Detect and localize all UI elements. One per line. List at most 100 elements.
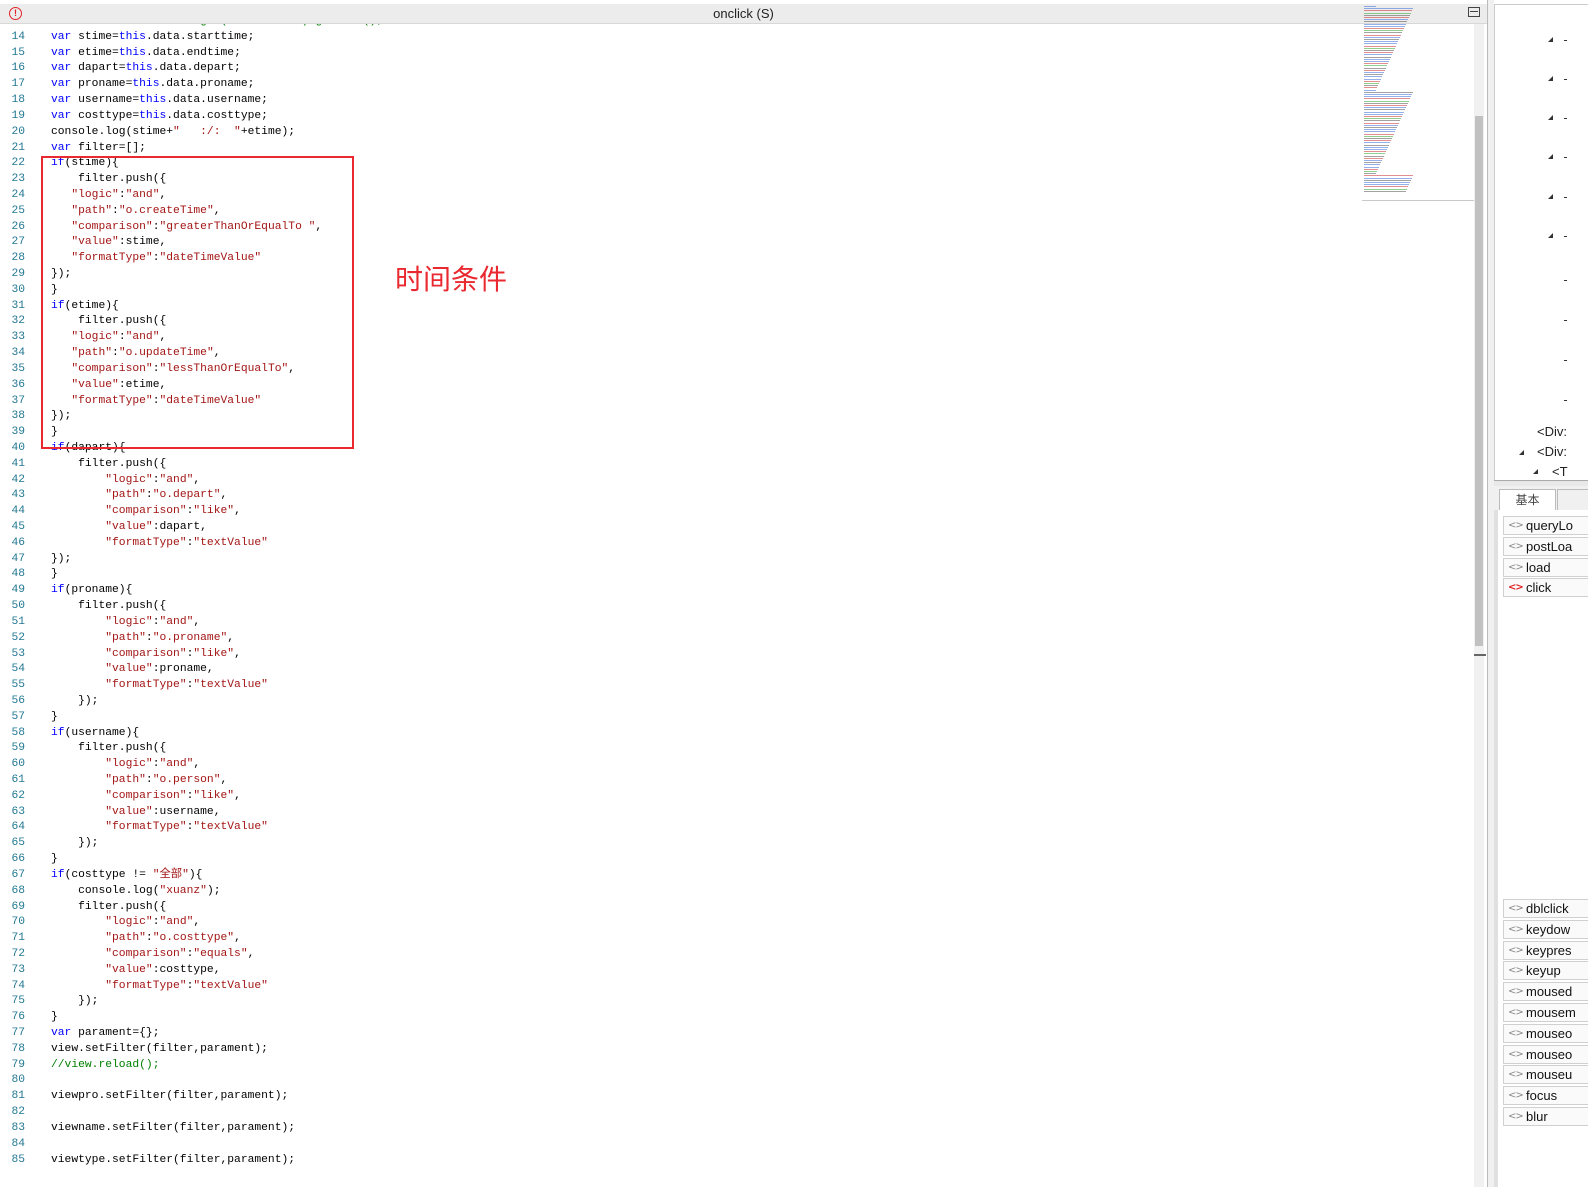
code-line[interactable]: 16 var dapart=this.data.depart; [0, 61, 1360, 77]
code-text[interactable]: var etime=this.data.endtime; [51, 46, 241, 62]
code-line[interactable]: 63 "value":username, [0, 805, 1360, 821]
tree-node[interactable]: <T [1552, 464, 1568, 479]
code-line[interactable]: 85 viewtype.setFilter(filter,parament); [0, 1153, 1360, 1169]
code-line[interactable]: 52 "path":"o.proname", [0, 631, 1360, 647]
code-line[interactable]: 43 "path":"o.depart", [0, 488, 1360, 504]
code-text[interactable]: var dapart=this.data.depart; [51, 61, 241, 77]
code-line[interactable]: 19 var costtype=this.data.costtype; [0, 109, 1360, 125]
event-item-blur[interactable]: <> blur [1503, 1107, 1588, 1126]
code-line[interactable]: 71 "path":"o.costtype", [0, 931, 1360, 947]
code-text[interactable]: viewtype.setFilter(filter,parament); [51, 1153, 295, 1169]
code-text[interactable]: if(username){ [51, 726, 139, 742]
code-text[interactable]: } [51, 852, 58, 868]
event-item-mouseu[interactable]: <> mouseu [1503, 1065, 1588, 1085]
code-text[interactable]: console.log(stime+" :/: "+etime); [51, 125, 295, 141]
event-item-load[interactable]: <> load [1503, 557, 1588, 577]
code-line[interactable]: 47}); [0, 552, 1360, 568]
code-line[interactable]: 56 }); [0, 694, 1360, 710]
code-text[interactable]: "comparison":"like", [51, 789, 241, 805]
expand-arrow-icon[interactable] [1548, 37, 1553, 42]
event-item-mouseo[interactable]: <> mouseo [1503, 1023, 1588, 1043]
expand-arrow-icon[interactable] [1519, 450, 1524, 455]
code-line[interactable]: 18 var username=this.data.username; [0, 93, 1360, 109]
code-line[interactable]: 62 "comparison":"like", [0, 789, 1360, 805]
code-line[interactable]: 78 view.setFilter(filter,parament); [0, 1042, 1360, 1058]
code-text[interactable]: "value":costtype, [51, 963, 220, 979]
code-text[interactable]: filter.push({ [51, 900, 166, 916]
code-text[interactable]: } [51, 710, 58, 726]
code-text[interactable]: filter.push({ [51, 599, 166, 615]
tree-node[interactable]: <Div: [1537, 424, 1567, 439]
event-item-keyup[interactable]: <> keyup [1503, 961, 1588, 981]
expand-arrow-icon[interactable] [1548, 154, 1553, 159]
code-line[interactable]: 41 filter.push({ [0, 457, 1360, 473]
code-text[interactable]: }); [51, 694, 98, 710]
code-text[interactable]: "value":dapart, [51, 520, 207, 536]
code-line[interactable]: 15 var etime=this.data.endtime; [0, 46, 1360, 62]
event-item-keydow[interactable]: <> keydow [1503, 919, 1588, 939]
code-text[interactable]: if(costtype != "全部"){ [51, 868, 202, 884]
code-line[interactable]: 83 viewname.setFilter(filter,parament); [0, 1121, 1360, 1137]
code-minimap[interactable] [1362, 4, 1474, 201]
code-text[interactable]: "logic":"and", [51, 757, 200, 773]
code-line[interactable]: 58 if(username){ [0, 726, 1360, 742]
expand-arrow-icon[interactable] [1548, 76, 1553, 81]
code-text[interactable]: "formatType":"textValue" [51, 678, 268, 694]
code-line[interactable]: 80 [0, 1073, 1360, 1089]
code-text[interactable]: "formatType":"textValue" [51, 536, 268, 552]
code-text[interactable]: "path":"o.depart", [51, 488, 227, 504]
code-line[interactable]: 20 console.log(stime+" :/: "+etime); [0, 125, 1360, 141]
code-text[interactable]: var proname=this.data.proname; [51, 77, 254, 93]
code-line[interactable]: 74 "formatType":"textValue" [0, 979, 1360, 995]
code-text[interactable]: //view.reload(); [51, 1058, 159, 1074]
code-text[interactable]: filter.push({ [51, 457, 166, 473]
code-text[interactable]: } [51, 567, 58, 583]
event-item-keypres[interactable]: <> keypres [1503, 940, 1588, 960]
event-item-dblclick[interactable]: <> dblclick [1503, 899, 1588, 918]
code-line[interactable]: 53 "comparison":"like", [0, 647, 1360, 663]
code-line[interactable]: 57} [0, 710, 1360, 726]
event-item-queryLo[interactable]: <> queryLo [1503, 516, 1588, 535]
code-text[interactable]: "logic":"and", [51, 615, 200, 631]
code-text[interactable]: var username=this.data.username; [51, 93, 268, 109]
code-line[interactable]: 65 }); [0, 836, 1360, 852]
expand-arrow-icon[interactable] [1548, 194, 1553, 199]
code-line[interactable]: 61 "path":"o.person", [0, 773, 1360, 789]
outline-tree[interactable]: <Div: <Div: <T [1494, 4, 1588, 481]
code-line[interactable]: 75 }); [0, 994, 1360, 1010]
code-line[interactable]: 21 var filter=[]; [0, 141, 1360, 157]
code-text[interactable]: console.log("xuanz"); [51, 884, 220, 900]
code-text[interactable]: filter.push({ [51, 741, 166, 757]
code-text[interactable]: viewpro.setFilter(filter,parament); [51, 1089, 288, 1105]
code-line[interactable]: 76} [0, 1010, 1360, 1026]
code-text[interactable]: }); [51, 552, 71, 568]
code-text[interactable]: if(proname){ [51, 583, 132, 599]
code-line[interactable]: 48} [0, 567, 1360, 583]
code-line[interactable]: 73 "value":costtype, [0, 963, 1360, 979]
code-line[interactable]: 82 [0, 1105, 1360, 1121]
code-line[interactable]: 69 filter.push({ [0, 900, 1360, 916]
expand-arrow-icon[interactable] [1548, 233, 1553, 238]
code-line[interactable]: 14 var stime=this.data.starttime; [0, 30, 1360, 46]
code-text[interactable]: }); [51, 994, 98, 1010]
code-text[interactable]: "comparison":"like", [51, 504, 241, 520]
code-text[interactable]: } [51, 1010, 58, 1026]
code-text[interactable]: var stime=this.data.starttime; [51, 30, 254, 46]
event-item-mouseo[interactable]: <> mouseo [1503, 1044, 1588, 1064]
code-line[interactable]: 66} [0, 852, 1360, 868]
code-line[interactable]: 51 "logic":"and", [0, 615, 1360, 631]
panel-splitter[interactable] [1487, 0, 1494, 1187]
code-text[interactable]: "path":"o.person", [51, 773, 227, 789]
code-line[interactable]: 72 "comparison":"equals", [0, 947, 1360, 963]
code-line[interactable]: 68 console.log("xuanz"); [0, 884, 1360, 900]
code-text[interactable]: "path":"o.costtype", [51, 931, 241, 947]
event-item-focus[interactable]: <> focus [1503, 1086, 1588, 1106]
code-text[interactable]: "logic":"and", [51, 473, 200, 489]
code-line[interactable]: 81 viewpro.setFilter(filter,parament); [0, 1089, 1360, 1105]
code-line[interactable]: 50 filter.push({ [0, 599, 1360, 615]
expand-arrow-icon[interactable] [1533, 469, 1538, 474]
tab-next[interactable] [1557, 489, 1588, 510]
code-line[interactable]: 67 if(costtype != "全部"){ [0, 868, 1360, 884]
code-line[interactable]: 17 var proname=this.data.proname; [0, 77, 1360, 93]
code-text[interactable]: }); [51, 836, 98, 852]
